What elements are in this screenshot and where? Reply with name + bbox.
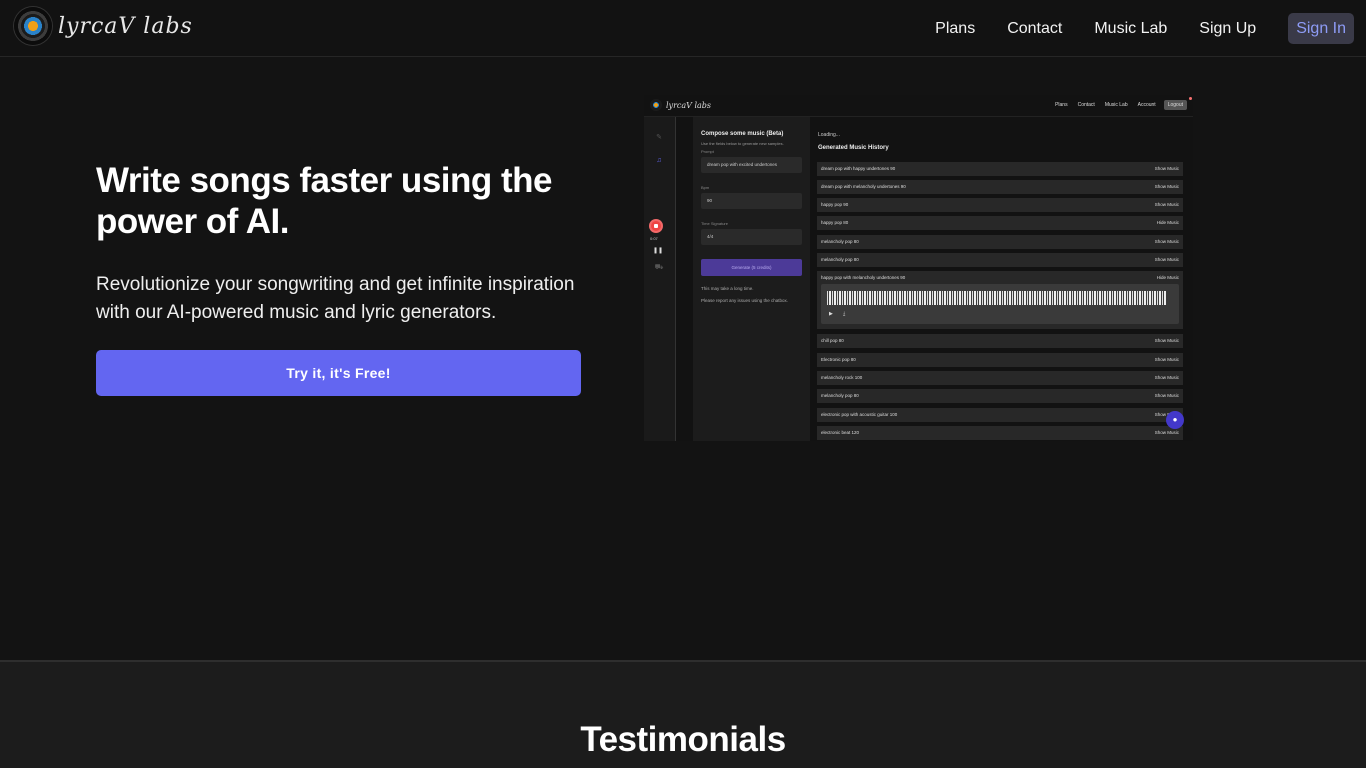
history-row-name: electronic pop with acoustic guitar 100 [821,412,898,417]
history-row: melancholy rock 100 Show Music [817,371,1183,385]
prompt-label: Prompt [701,149,714,154]
generate-button: Generate (5 credits) [701,259,802,276]
nav-link-plans[interactable]: Plans [935,13,975,44]
pencil-icon: ✎ [656,134,662,141]
waveform [827,291,1167,305]
history-row-toggle: Show Music [1154,202,1179,207]
history-row-name: happy pop with melancholy undertones 90 [821,275,906,280]
bpm-field: 90 [701,193,802,209]
history-row-toggle: Show Music [1154,239,1179,244]
history-row: dream pop with melancholy undertones 90 S… [817,180,1183,194]
app-screenshot: lyrcaV labs Plans Contact Music Lab Acco… [644,95,1193,441]
record-time: 0:07 [650,236,658,241]
screenshot-nav-plans: Plans [1055,102,1068,108]
history-row: electronic beat 120 Show Music [817,426,1183,440]
sign-in-button[interactable]: Sign In [1288,13,1354,44]
history-row: chill pop 80 Show Music [817,334,1183,348]
try-free-button[interactable]: Try it, it's Free! [96,350,581,396]
history-row: dream pop with happy undertones 90 Show M… [817,162,1183,176]
logo[interactable]: lyrcaV labs [14,7,193,45]
history-row-name: melancholy pop 80 [821,239,859,244]
notification-dot [1189,97,1192,100]
top-nav: lyrcaV labs Plans Contact Music Lab Sign… [0,0,1366,57]
vinyl-logo-icon [14,7,52,45]
screenshot-nav-music-lab: Music Lab [1104,102,1128,108]
screenshot-nav: lyrcaV labs Plans Contact Music Lab Acco… [644,95,1193,117]
chat-bubble-icon: ● [1166,411,1184,429]
compose-title: Compose some music (Beta) [701,131,784,137]
history-row: melancholy pop 80 Show Music [817,253,1183,267]
compose-desc: Use the fields below to generate new sam… [701,141,784,146]
history-row-toggle: Hide Music [1156,220,1179,225]
prompt-field: dream pop with excited undertones [701,157,802,173]
nav-links: Plans Contact Music Lab Sign Up Sign In [903,13,1354,44]
history-row-name: Electronic pop 80 [821,357,856,362]
history-row-toggle: Show Music [1154,357,1179,362]
history-row-toggle: Show Music [1154,184,1179,189]
hero-title: Write songs faster using the power of AI… [96,161,553,241]
history-row-toggle: Show Music [1154,166,1179,171]
history-row: happy pop 80 Hide Music [817,216,1183,230]
history-row-name: melancholy rock 100 [821,375,863,380]
vinyl-logo-icon [650,99,662,111]
screenshot-nav-contact: Contact [1077,102,1095,108]
note-report-issues: Please report any issues using the chatb… [701,298,789,303]
screenshot-nav-links: Plans Contact Music Lab Account Logout [1045,100,1187,110]
history-row-name: dream pop with happy undertones 90 [821,166,896,171]
record-stop-icon [649,219,663,233]
history-row-name: electronic beat 120 [821,430,860,435]
history-row-name: happy pop 80 [821,220,849,225]
screenshot-logout-button: Logout [1163,100,1187,110]
history-row: melancholy pop 80 Show Music [817,389,1183,403]
history-row-toggle: Show Music [1154,430,1179,435]
pause-icon: ❚❚ [653,248,664,254]
history-title: Generated Music History [818,145,889,151]
nav-link-contact[interactable]: Contact [1007,13,1062,44]
history-row: happy pop 90 Show Music [817,198,1183,212]
history-row-toggle: Show Music [1154,393,1179,398]
history-row-name: chill pop 80 [821,338,844,343]
music-icon: ♫ [656,157,662,164]
compose-form: Compose some music (Beta) Use the fields… [693,117,810,441]
hero-subtitle: Revolutionize your songwriting and get i… [96,274,575,323]
testimonials-title: Testimonials [580,720,786,759]
history-row-toggle: Show Music [1154,375,1179,380]
logo-text: lyrcaV labs [58,13,193,39]
time-signature-label: Time Signature [701,221,728,226]
cart-icon: ⛟ [654,264,664,271]
note-long-time: This may take a long time. [701,286,754,291]
nav-link-music-lab[interactable]: Music Lab [1094,13,1167,44]
loading-text: Loading... [818,132,840,138]
bpm-label: Bpm [701,185,710,190]
history-row: electronic pop with acoustic guitar 100 S… [817,408,1183,422]
history-row-name: melancholy pop 80 [821,257,859,262]
history-row: Electronic pop 80 Show Music [817,353,1183,367]
music-history-panel: Loading... Generated Music History dream… [817,117,1187,441]
screenshot-sidebar: ✎ ♫ 0:07 ❚❚ ⛟ [644,117,676,441]
screenshot-logo: lyrcaV labs [650,99,711,111]
play-icon: ▶ [829,311,833,317]
history-row: melancholy pop 80 Show Music [817,235,1183,249]
nav-link-sign-up[interactable]: Sign Up [1199,13,1256,44]
history-row-toggle: Show Music [1154,338,1179,343]
history-row-toggle: Hide Music [1156,275,1179,280]
history-row-name: dream pop with melancholy undertones 90 [821,184,906,189]
screenshot-nav-account: Account [1137,102,1156,108]
download-icon: ⤓ [843,311,846,317]
history-row-name: happy pop 90 [821,202,849,207]
time-signature-select: 4/4 [701,229,802,245]
history-row-name: melancholy pop 80 [821,393,859,398]
history-row-toggle: Show Music [1154,257,1179,262]
screenshot-logo-text: lyrcaV labs [666,100,712,110]
history-row-expanded: happy pop with melancholy undertones 90 … [817,271,1183,329]
